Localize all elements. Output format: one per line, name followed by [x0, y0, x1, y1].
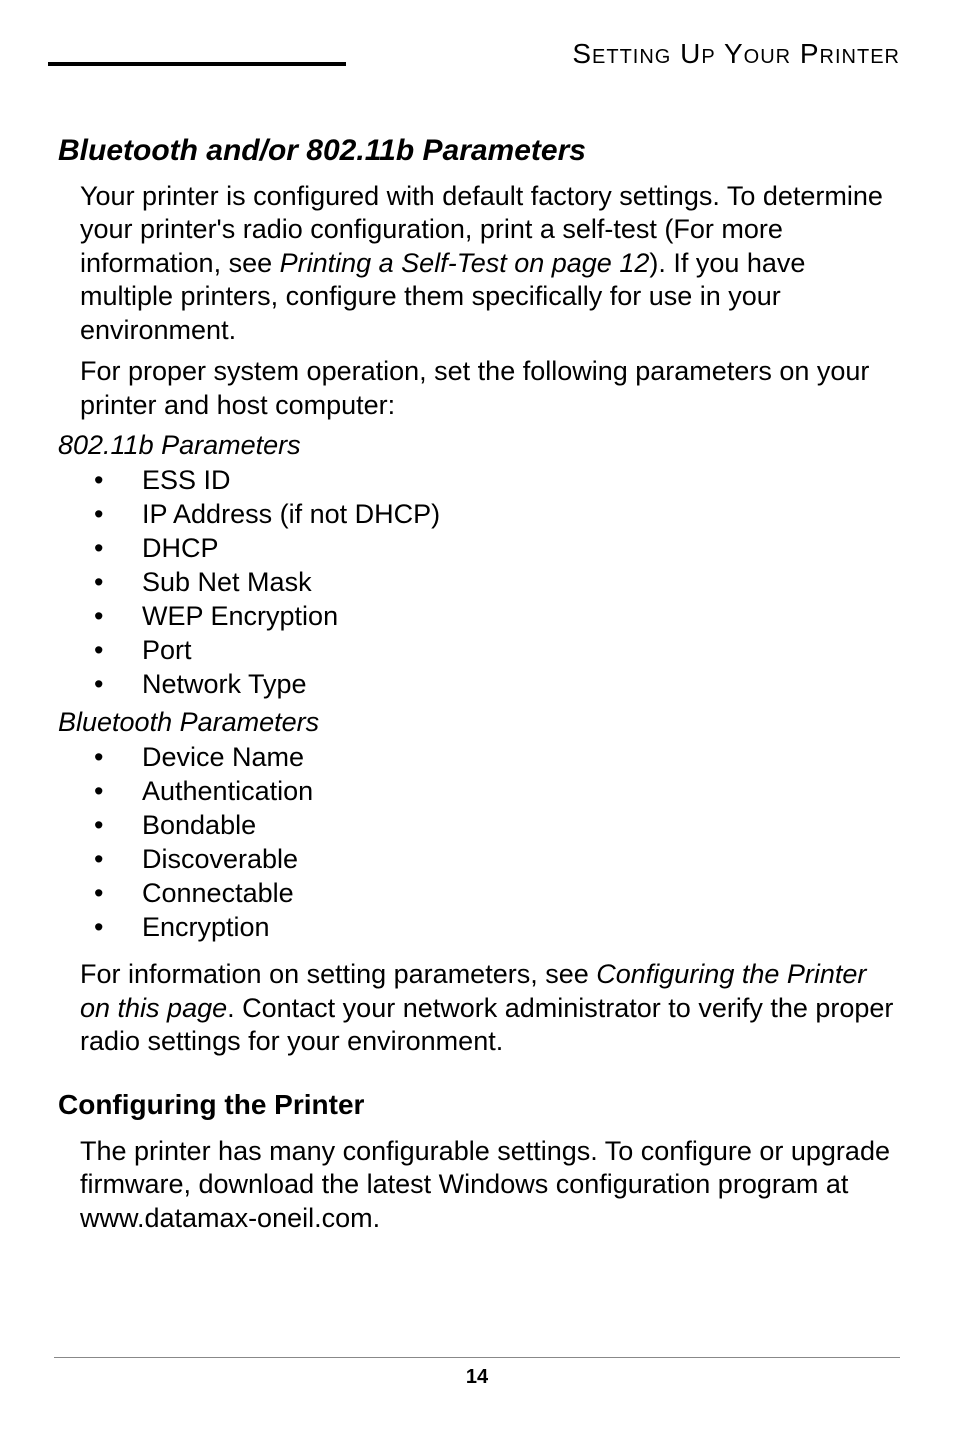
list-item: Encryption	[94, 910, 896, 944]
list-item: ESS ID	[94, 463, 896, 497]
list-item: Discoverable	[94, 842, 896, 876]
page-content: Bluetooth and/or 802.11b Parameters Your…	[54, 134, 900, 1235]
intro-paragraph-2: For proper system operation, set the fol…	[80, 355, 896, 422]
list-item: Authentication	[94, 774, 896, 808]
page-footer: 14	[54, 1357, 900, 1389]
subhead-80211b: 802.11b Parameters	[58, 430, 896, 461]
list-item: Network Type	[94, 667, 896, 701]
list-item: Bondable	[94, 808, 896, 842]
header-rule	[48, 62, 346, 66]
list-item: IP Address (if not DHCP)	[94, 497, 896, 531]
list-item: Port	[94, 633, 896, 667]
configuring-paragraph: The printer has many configurable settin…	[80, 1135, 896, 1235]
text-run: For information on setting parameters, s…	[80, 959, 596, 989]
intro-paragraph-1: Your printer is configured with default …	[80, 180, 896, 347]
list-bluetooth: Device Name Authentication Bondable Disc…	[94, 740, 896, 944]
section-title-bluetooth: Bluetooth and/or 802.11b Parameters	[58, 134, 896, 168]
subhead-bluetooth: Bluetooth Parameters	[58, 707, 896, 738]
section-title-configuring: Configuring the Printer	[58, 1089, 896, 1121]
cross-ref-selftest: Printing a Self-Test on page 12	[280, 248, 650, 278]
list-item: WEP Encryption	[94, 599, 896, 633]
running-title: Setting Up Your Printer	[572, 38, 900, 70]
list-item: Sub Net Mask	[94, 565, 896, 599]
closing-paragraph: For information on setting parameters, s…	[80, 958, 896, 1058]
list-item: Device Name	[94, 740, 896, 774]
list-item: Connectable	[94, 876, 896, 910]
page-number: 14	[466, 1366, 488, 1388]
list-item: DHCP	[94, 531, 896, 565]
list-80211b: ESS ID IP Address (if not DHCP) DHCP Sub…	[94, 463, 896, 701]
page-header: Setting Up Your Printer	[54, 38, 900, 100]
